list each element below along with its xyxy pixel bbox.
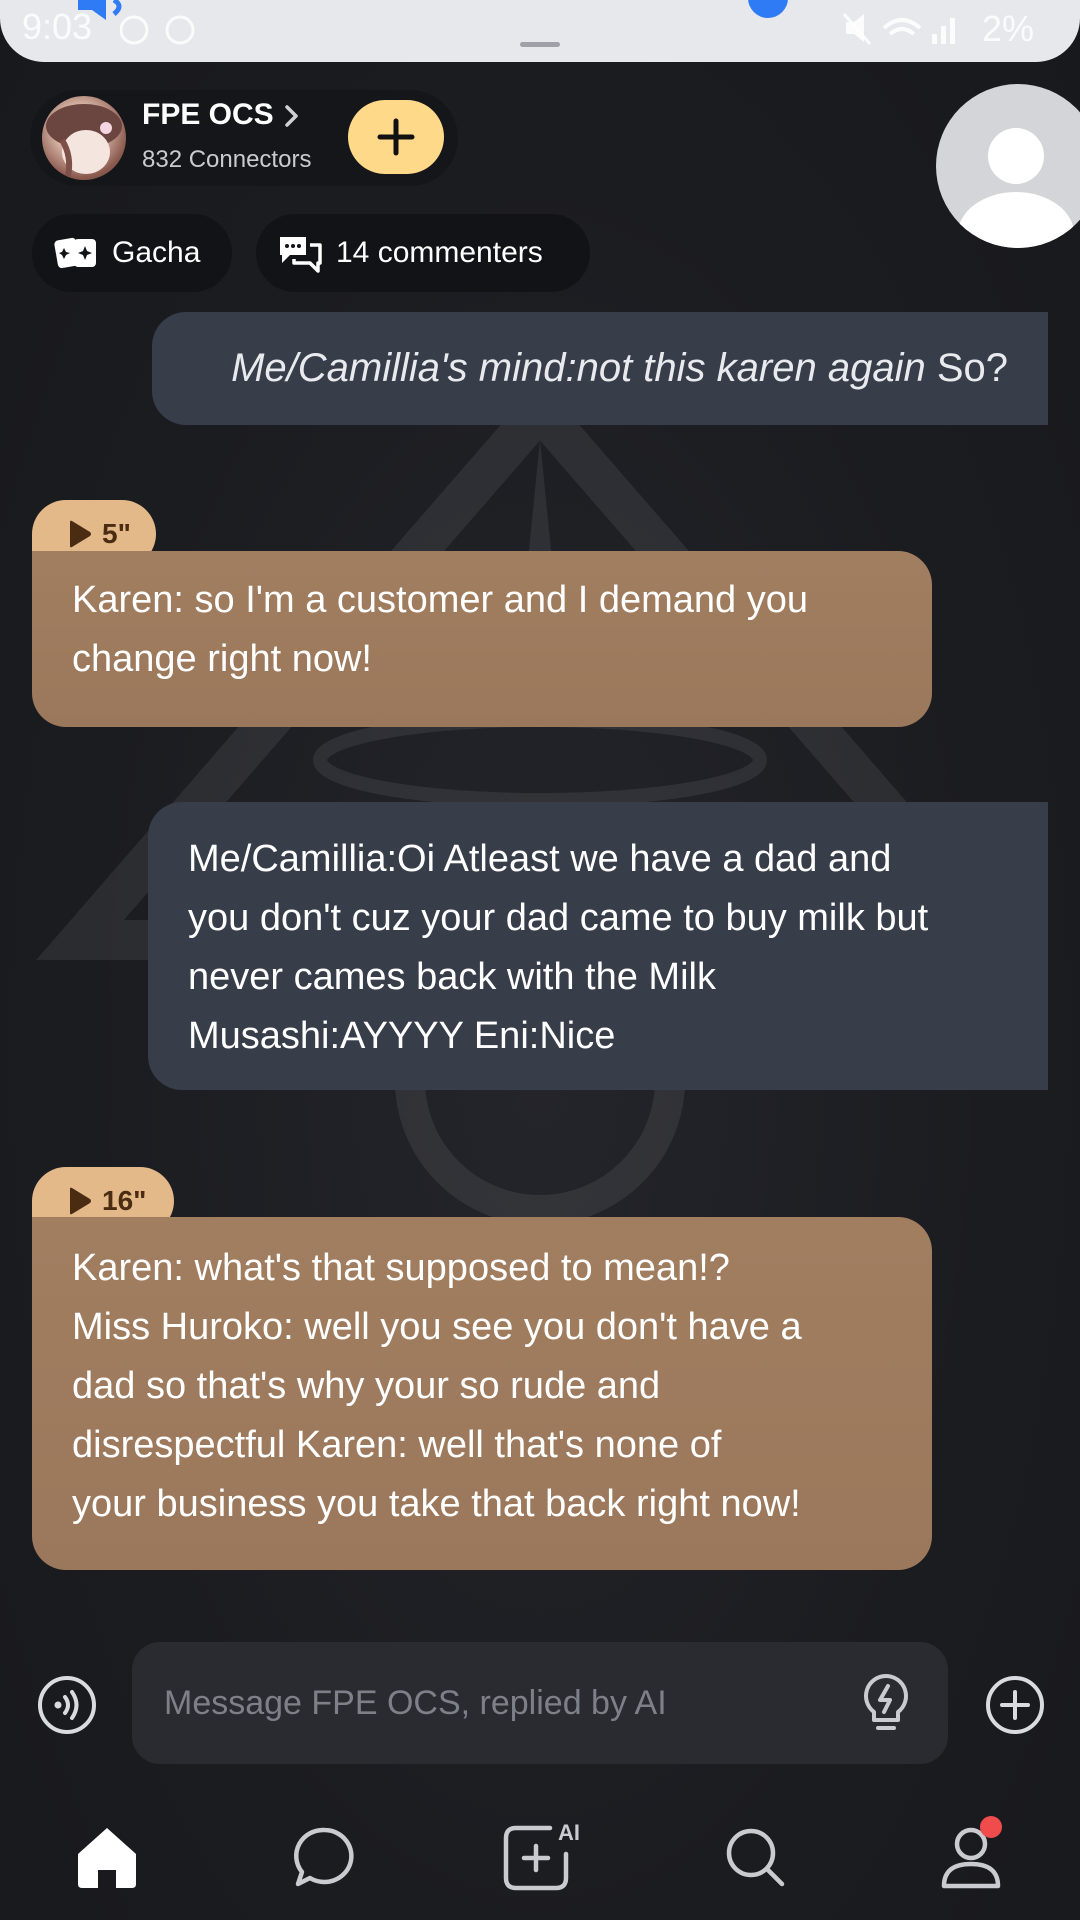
play-icon <box>70 520 91 548</box>
home-icon[interactable] <box>72 1822 142 1892</box>
category-chip[interactable]: Gacha <box>32 214 232 292</box>
message-line: Me/Camillia:Oi Atleast we have a dad and <box>188 838 892 880</box>
join-button[interactable] <box>348 100 444 174</box>
category-label: Gacha <box>112 236 201 269</box>
notification-icons <box>120 15 195 45</box>
message-line: Karen: what's that supposed to mean!? <box>72 1247 730 1289</box>
user-message[interactable]: Me/Camillia:Oi Atleast we have a dad and… <box>148 802 1048 1090</box>
create-ai-icon[interactable]: AI <box>498 1814 588 1894</box>
cards-icon <box>54 237 96 269</box>
message-line: disrespectful Karen: well that's none of <box>72 1424 722 1466</box>
connectors-count: 832 Connectors <box>142 146 312 173</box>
message-input[interactable]: Message FPE OCS, replied by AI <box>132 1642 948 1764</box>
voice-duration: 16" <box>102 1185 147 1216</box>
group-name[interactable]: FPE OCS <box>142 98 274 132</box>
chevron-right-icon[interactable] <box>280 102 304 130</box>
lightbulb-icon[interactable] <box>858 1672 914 1736</box>
message-text: Karen: so I'm a customer and I demand yo… <box>72 579 808 680</box>
ai-message[interactable]: Karen: so I'm a customer and I demand yo… <box>32 551 932 727</box>
message-line: Musashi:AYYYY Eni:Nice <box>188 1015 616 1057</box>
mute-wifi-signal-icons <box>842 13 955 45</box>
play-icon <box>70 1187 91 1215</box>
message-italic-text: Me/Camillia's mind:not this karen again <box>231 346 926 390</box>
avatar-art <box>46 104 122 177</box>
ai-message[interactable]: Karen: what's that supposed to mean!? Mi… <box>32 1217 932 1570</box>
chat-icon[interactable] <box>290 1822 360 1892</box>
message-line: you don't cuz your dad came to buy milk … <box>188 897 929 939</box>
commenters-chip[interactable]: 14 commenters <box>256 214 590 292</box>
plus-icon <box>377 118 415 156</box>
message-text: So? <box>936 346 1008 390</box>
character-avatar[interactable] <box>936 84 1080 248</box>
message-line: never cames back with the Milk <box>188 956 716 998</box>
commenters-label: 14 commenters <box>336 236 543 269</box>
comments-icon <box>280 237 322 273</box>
user-message[interactable]: Me/Camillia's mind:not this karen again … <box>152 312 1048 425</box>
person-placeholder-icon <box>958 128 1074 248</box>
shade-handle[interactable] <box>520 42 560 47</box>
voice-call-icon[interactable] <box>36 1674 98 1736</box>
notification-dot <box>980 1816 1002 1838</box>
ai-badge-label: AI <box>558 1820 580 1845</box>
message-line: dad so that's why your so rude and <box>72 1365 661 1407</box>
search-icon[interactable] <box>720 1822 790 1892</box>
battery-level: 2% <box>981 8 1034 49</box>
message-line: Miss Huroko: well you see you don't have… <box>72 1306 802 1348</box>
voice-duration: 5" <box>102 518 131 549</box>
chat-screen: 9:03 2% FPE OCS 832 Connectors Gacha 14 … <box>0 0 1080 1920</box>
message-placeholder: Message FPE OCS, replied by AI <box>164 1683 667 1722</box>
group-header[interactable]: FPE OCS 832 Connectors <box>30 90 458 186</box>
add-attachment-icon[interactable] <box>984 1674 1046 1736</box>
message-line: your business you take that back right n… <box>72 1483 801 1525</box>
group-avatar[interactable] <box>42 96 126 180</box>
status-time: 9:03 <box>22 6 93 47</box>
